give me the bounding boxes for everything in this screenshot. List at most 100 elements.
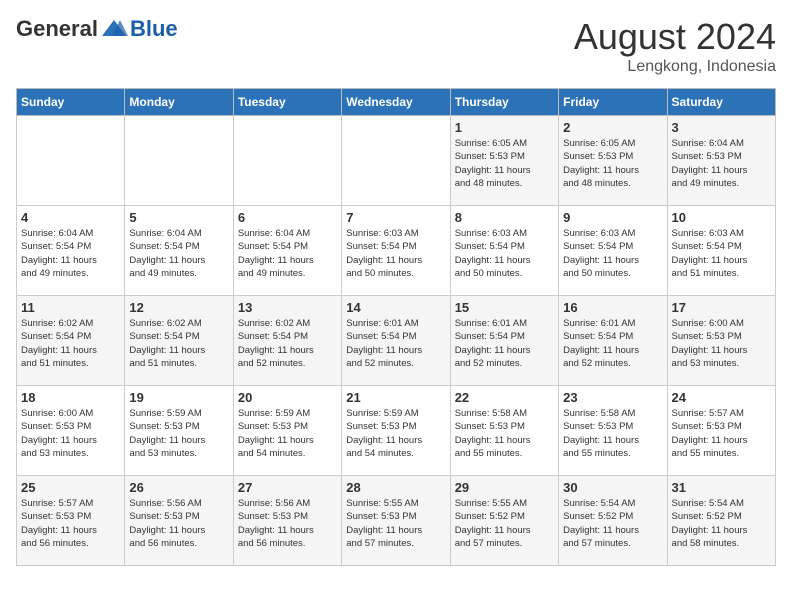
calendar-cell: 9Sunrise: 6:03 AM Sunset: 5:54 PM Daylig… xyxy=(559,206,667,296)
calendar-cell: 20 Sunrise: 5:59 AM Sunset: 5:53 PM Dayli… xyxy=(233,386,341,476)
calendar-cell xyxy=(342,116,450,206)
calendar-cell xyxy=(233,116,341,206)
day-info: Sunrise: 6:01 AM Sunset: 5:54 PM Dayligh… xyxy=(563,317,662,370)
day-info: Sunrise: 5:58 AM Sunset: 5:53 PM Dayligh… xyxy=(563,407,662,460)
day-number: 19 xyxy=(129,390,228,405)
weekday-header-sunday: Sunday xyxy=(17,89,125,116)
day-info: Sunrise: 6:00 AM Sunset: 5:53 PM Dayligh… xyxy=(21,407,120,460)
day-number: 9 xyxy=(563,210,662,225)
calendar-cell: 26Sunrise: 5:56 AM Sunset: 5:53 PM Dayli… xyxy=(125,476,233,566)
calendar-cell: 16 Sunrise: 6:01 AM Sunset: 5:54 PM Dayli… xyxy=(559,296,667,386)
day-number: 29 xyxy=(455,480,554,495)
calendar-cell: 18 Sunrise: 6:00 AM Sunset: 5:53 PM Dayli… xyxy=(17,386,125,476)
weekday-header-monday: Monday xyxy=(125,89,233,116)
calendar-table: SundayMondayTuesdayWednesdayThursdayFrid… xyxy=(16,88,776,566)
calendar-cell: 4 Sunrise: 6:04 AM Sunset: 5:54 PM Daylig… xyxy=(17,206,125,296)
calendar-cell: 11Sunrise: 6:02 AM Sunset: 5:54 PM Dayli… xyxy=(17,296,125,386)
day-info: Sunrise: 5:59 AM Sunset: 5:53 PM Dayligh… xyxy=(346,407,445,460)
calendar-cell: 30 Sunrise: 5:54 AM Sunset: 5:52 PM Dayli… xyxy=(559,476,667,566)
calendar-cell: 25 Sunrise: 5:57 AM Sunset: 5:53 PM Dayli… xyxy=(17,476,125,566)
day-number: 4 xyxy=(21,210,120,225)
calendar-cell: 5 Sunrise: 6:04 AM Sunset: 5:54 PM Daylig… xyxy=(125,206,233,296)
week-row-5: 25 Sunrise: 5:57 AM Sunset: 5:53 PM Dayli… xyxy=(17,476,776,566)
weekday-header-wednesday: Wednesday xyxy=(342,89,450,116)
calendar-cell: 12 Sunrise: 6:02 AM Sunset: 5:54 PM Dayli… xyxy=(125,296,233,386)
day-info: Sunrise: 5:57 AM Sunset: 5:53 PM Dayligh… xyxy=(21,497,120,550)
title-block: August 2024 Lengkong, Indonesia xyxy=(574,16,776,76)
calendar-cell: 29 Sunrise: 5:55 AM Sunset: 5:52 PM Dayli… xyxy=(450,476,558,566)
day-number: 23 xyxy=(563,390,662,405)
week-row-1: 1 Sunrise: 6:05 AM Sunset: 5:53 PM Daylig… xyxy=(17,116,776,206)
calendar-cell: 19 Sunrise: 5:59 AM Sunset: 5:53 PM Dayli… xyxy=(125,386,233,476)
day-number: 21 xyxy=(346,390,445,405)
day-info: Sunrise: 6:02 AM Sunset: 5:54 PM Dayligh… xyxy=(129,317,228,370)
calendar-cell: 13 Sunrise: 6:02 AM Sunset: 5:54 PM Dayli… xyxy=(233,296,341,386)
day-info: Sunrise: 6:04 AM Sunset: 5:54 PM Dayligh… xyxy=(129,227,228,280)
day-info: Sunrise: 5:56 AM Sunset: 5:53 PM Dayligh… xyxy=(238,497,337,550)
day-info: Sunrise: 5:54 AM Sunset: 5:52 PM Dayligh… xyxy=(672,497,771,550)
calendar-cell: 28 Sunrise: 5:55 AM Sunset: 5:53 PM Dayli… xyxy=(342,476,450,566)
weekday-header-thursday: Thursday xyxy=(450,89,558,116)
day-info: Sunrise: 6:01 AM Sunset: 5:54 PM Dayligh… xyxy=(346,317,445,370)
weekday-header-friday: Friday xyxy=(559,89,667,116)
logo-icon xyxy=(100,18,128,40)
weekday-header-tuesday: Tuesday xyxy=(233,89,341,116)
calendar-cell: 3 Sunrise: 6:04 AM Sunset: 5:53 PM Daylig… xyxy=(667,116,775,206)
day-info: Sunrise: 6:02 AM Sunset: 5:54 PM Dayligh… xyxy=(238,317,337,370)
calendar-cell: 6Sunrise: 6:04 AM Sunset: 5:54 PM Daylig… xyxy=(233,206,341,296)
day-info: Sunrise: 6:04 AM Sunset: 5:54 PM Dayligh… xyxy=(21,227,120,280)
day-number: 12 xyxy=(129,300,228,315)
calendar-cell: 21 Sunrise: 5:59 AM Sunset: 5:53 PM Dayli… xyxy=(342,386,450,476)
calendar-cell: 14Sunrise: 6:01 AM Sunset: 5:54 PM Dayli… xyxy=(342,296,450,386)
day-number: 20 xyxy=(238,390,337,405)
day-number: 16 xyxy=(563,300,662,315)
day-info: Sunrise: 6:03 AM Sunset: 5:54 PM Dayligh… xyxy=(455,227,554,280)
calendar-cell: 27 Sunrise: 5:56 AM Sunset: 5:53 PM Dayli… xyxy=(233,476,341,566)
day-number: 25 xyxy=(21,480,120,495)
day-info: Sunrise: 6:05 AM Sunset: 5:53 PM Dayligh… xyxy=(563,137,662,190)
week-row-2: 4 Sunrise: 6:04 AM Sunset: 5:54 PM Daylig… xyxy=(17,206,776,296)
day-number: 7 xyxy=(346,210,445,225)
day-info: Sunrise: 5:55 AM Sunset: 5:52 PM Dayligh… xyxy=(455,497,554,550)
calendar-cell: 22Sunrise: 5:58 AM Sunset: 5:53 PM Dayli… xyxy=(450,386,558,476)
day-number: 15 xyxy=(455,300,554,315)
day-number: 10 xyxy=(672,210,771,225)
calendar-cell: 15Sunrise: 6:01 AM Sunset: 5:54 PM Dayli… xyxy=(450,296,558,386)
day-info: Sunrise: 6:05 AM Sunset: 5:53 PM Dayligh… xyxy=(455,137,554,190)
day-number: 8 xyxy=(455,210,554,225)
calendar-cell: 7Sunrise: 6:03 AM Sunset: 5:54 PM Daylig… xyxy=(342,206,450,296)
day-number: 1 xyxy=(455,120,554,135)
logo: General Blue xyxy=(16,16,178,42)
day-number: 3 xyxy=(672,120,771,135)
calendar-cell xyxy=(125,116,233,206)
weekday-header-saturday: Saturday xyxy=(667,89,775,116)
day-info: Sunrise: 5:59 AM Sunset: 5:53 PM Dayligh… xyxy=(129,407,228,460)
day-info: Sunrise: 6:02 AM Sunset: 5:54 PM Dayligh… xyxy=(21,317,120,370)
day-info: Sunrise: 5:57 AM Sunset: 5:53 PM Dayligh… xyxy=(672,407,771,460)
day-number: 18 xyxy=(21,390,120,405)
day-info: Sunrise: 6:04 AM Sunset: 5:53 PM Dayligh… xyxy=(672,137,771,190)
page-header: General Blue August 2024 Lengkong, Indon… xyxy=(16,16,776,76)
day-number: 30 xyxy=(563,480,662,495)
calendar-cell: 31 Sunrise: 5:54 AM Sunset: 5:52 PM Dayli… xyxy=(667,476,775,566)
day-number: 27 xyxy=(238,480,337,495)
logo-general: General xyxy=(16,16,98,42)
day-number: 5 xyxy=(129,210,228,225)
day-number: 31 xyxy=(672,480,771,495)
month-year: August 2024 xyxy=(574,16,776,58)
location: Lengkong, Indonesia xyxy=(574,58,776,76)
day-info: Sunrise: 5:58 AM Sunset: 5:53 PM Dayligh… xyxy=(455,407,554,460)
week-row-4: 18 Sunrise: 6:00 AM Sunset: 5:53 PM Dayli… xyxy=(17,386,776,476)
day-info: Sunrise: 5:59 AM Sunset: 5:53 PM Dayligh… xyxy=(238,407,337,460)
weekday-header-row: SundayMondayTuesdayWednesdayThursdayFrid… xyxy=(17,89,776,116)
day-number: 28 xyxy=(346,480,445,495)
day-number: 6 xyxy=(238,210,337,225)
logo-blue: Blue xyxy=(130,16,178,42)
day-number: 13 xyxy=(238,300,337,315)
day-number: 17 xyxy=(672,300,771,315)
day-info: Sunrise: 5:55 AM Sunset: 5:53 PM Dayligh… xyxy=(346,497,445,550)
day-info: Sunrise: 5:54 AM Sunset: 5:52 PM Dayligh… xyxy=(563,497,662,550)
calendar-cell: 24Sunrise: 5:57 AM Sunset: 5:53 PM Dayli… xyxy=(667,386,775,476)
calendar-cell: 1 Sunrise: 6:05 AM Sunset: 5:53 PM Daylig… xyxy=(450,116,558,206)
calendar-cell xyxy=(17,116,125,206)
